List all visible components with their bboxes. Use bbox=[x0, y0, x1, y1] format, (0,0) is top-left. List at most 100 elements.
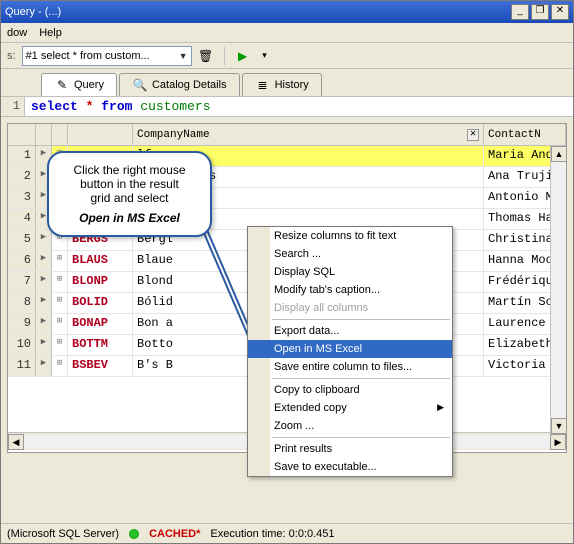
blank-header[interactable] bbox=[52, 124, 68, 145]
tree-icon[interactable]: ⊞ bbox=[52, 314, 68, 334]
expand-icon[interactable]: ▶ bbox=[36, 272, 52, 292]
menu-help[interactable]: Help bbox=[39, 27, 62, 39]
row-number-header[interactable] bbox=[8, 124, 36, 145]
restore-button[interactable]: ❐ bbox=[531, 4, 549, 20]
status-bar: (Microsoft SQL Server) CACHED* Execution… bbox=[1, 523, 573, 543]
menu-modify-caption[interactable]: Modify tab's caption... bbox=[248, 281, 452, 299]
callout-line: grid and select bbox=[57, 191, 202, 205]
title-bar: Query - (...) _ ❐ ✕ bbox=[1, 1, 573, 23]
status-cached: CACHED* bbox=[149, 528, 200, 540]
menu-separator bbox=[272, 319, 450, 320]
menu-open-in-excel[interactable]: Open in MS Excel bbox=[248, 340, 452, 358]
expand-icon[interactable]: ▶ bbox=[36, 230, 52, 250]
context-menu: Resize columns to fit text Search ... Di… bbox=[247, 226, 453, 477]
tab-history[interactable]: ≣ History bbox=[242, 73, 322, 96]
tab-label: History bbox=[275, 79, 309, 91]
menu-print-results[interactable]: Print results bbox=[248, 440, 452, 458]
tree-icon[interactable]: ⊞ bbox=[52, 293, 68, 313]
trash-icon[interactable]: 🗑 bbox=[198, 48, 214, 64]
scroll-down-icon[interactable]: ▼ bbox=[551, 418, 567, 434]
menu-bar: dow Help bbox=[1, 23, 573, 43]
toolbar: s: #1 select * from custom... ▼ 🗑 ▶ ▾ bbox=[1, 43, 573, 69]
id-column-header[interactable] bbox=[68, 124, 133, 145]
column-close-icon[interactable]: ✕ bbox=[467, 129, 479, 141]
magnifier-icon: 🔍 bbox=[132, 77, 148, 93]
contact-column-header[interactable]: ContactN bbox=[484, 124, 566, 145]
query-dropdown-value: #1 select * from custom... bbox=[26, 50, 150, 62]
status-exec-time: Execution time: 0:0:0.451 bbox=[210, 528, 334, 540]
expand-icon[interactable]: ▶ bbox=[36, 335, 52, 355]
tab-label: Catalog Details bbox=[152, 79, 227, 91]
tree-icon[interactable]: ⊞ bbox=[52, 272, 68, 292]
expand-header[interactable] bbox=[36, 124, 52, 145]
tab-label: Query bbox=[74, 79, 104, 91]
cell-id: BOTTM bbox=[68, 335, 133, 355]
submenu-arrow-icon: ▶ bbox=[437, 402, 444, 413]
chevron-down-icon: ▼ bbox=[179, 51, 188, 61]
row-number: 6 bbox=[8, 251, 36, 271]
sql-editor[interactable]: 1 select * from customers bbox=[1, 97, 573, 117]
menu-export-data[interactable]: Export data... bbox=[248, 322, 452, 340]
menu-extended-copy[interactable]: Extended copy ▶ bbox=[248, 399, 452, 417]
grid-header: CompanyName ✕ ContactN bbox=[8, 124, 566, 146]
menu-save-column[interactable]: Save entire column to files... bbox=[248, 358, 452, 376]
row-number: 4 bbox=[8, 209, 36, 229]
line-gutter: 1 bbox=[1, 97, 25, 116]
row-number: 2 bbox=[8, 167, 36, 187]
vertical-scrollbar[interactable]: ▲ ▼ bbox=[550, 146, 566, 434]
tooltip-callout: Click the right mouse button in the resu… bbox=[47, 151, 212, 237]
list-icon: ≣ bbox=[255, 77, 271, 93]
tab-query[interactable]: ✎ Query bbox=[41, 73, 117, 96]
menu-display-sql[interactable]: Display SQL bbox=[248, 263, 452, 281]
menu-zoom[interactable]: Zoom ... bbox=[248, 417, 452, 435]
scroll-left-icon[interactable]: ◀ bbox=[8, 434, 24, 450]
expand-icon[interactable]: ▶ bbox=[36, 251, 52, 271]
query-dropdown[interactable]: #1 select * from custom... ▼ bbox=[22, 46, 192, 66]
separator bbox=[224, 47, 225, 65]
menu-display-all-columns: Display all columns bbox=[248, 299, 452, 317]
pencil-icon: ✎ bbox=[54, 77, 70, 93]
menu-window[interactable]: dow bbox=[7, 27, 27, 39]
minimize-button[interactable]: _ bbox=[511, 4, 529, 20]
expand-icon[interactable]: ▶ bbox=[36, 314, 52, 334]
tree-icon[interactable]: ⊞ bbox=[52, 251, 68, 271]
cell-id: BONAP bbox=[68, 314, 133, 334]
status-connection: (Microsoft SQL Server) bbox=[7, 528, 119, 540]
row-number: 9 bbox=[8, 314, 36, 334]
run-icon[interactable]: ▶ bbox=[235, 48, 251, 64]
expand-icon[interactable]: ▶ bbox=[36, 293, 52, 313]
window-title: Query - (...) bbox=[5, 6, 61, 18]
cell-id: BLONP bbox=[68, 272, 133, 292]
row-number: 10 bbox=[8, 335, 36, 355]
cell-id: BLAUS bbox=[68, 251, 133, 271]
callout-line: Click the right mouse bbox=[57, 163, 202, 177]
tab-catalog[interactable]: 🔍 Catalog Details bbox=[119, 73, 240, 96]
run-dropdown-icon[interactable]: ▾ bbox=[257, 48, 273, 64]
row-number: 11 bbox=[8, 356, 36, 376]
menu-save-executable[interactable]: Save to executable... bbox=[248, 458, 452, 476]
tree-icon[interactable]: ⊞ bbox=[52, 356, 68, 376]
callout-line: button in the result bbox=[57, 177, 202, 191]
close-button[interactable]: ✕ bbox=[551, 4, 569, 20]
row-number: 3 bbox=[8, 188, 36, 208]
tree-icon[interactable]: ⊞ bbox=[52, 335, 68, 355]
cell-id: BSBEV bbox=[68, 356, 133, 376]
row-number: 1 bbox=[8, 146, 36, 166]
menu-copy-clipboard[interactable]: Copy to clipboard bbox=[248, 381, 452, 399]
menu-resize-columns[interactable]: Resize columns to fit text bbox=[248, 227, 452, 245]
row-number: 7 bbox=[8, 272, 36, 292]
company-column-header[interactable]: CompanyName ✕ bbox=[133, 124, 484, 145]
menu-separator bbox=[272, 437, 450, 438]
menu-separator bbox=[272, 378, 450, 379]
row-number: 5 bbox=[8, 230, 36, 250]
sql-text: select * from customers bbox=[25, 97, 573, 116]
connection-status-icon bbox=[129, 529, 139, 539]
scroll-up-icon[interactable]: ▲ bbox=[551, 146, 567, 162]
row-number: 8 bbox=[8, 293, 36, 313]
expand-icon[interactable]: ▶ bbox=[36, 356, 52, 376]
scroll-right-icon[interactable]: ▶ bbox=[550, 434, 566, 450]
menu-search[interactable]: Search ... bbox=[248, 245, 452, 263]
cell-id: BOLID bbox=[68, 293, 133, 313]
toolbar-prefix: s: bbox=[7, 50, 16, 62]
callout-emphasis: Open in MS Excel bbox=[57, 211, 202, 225]
